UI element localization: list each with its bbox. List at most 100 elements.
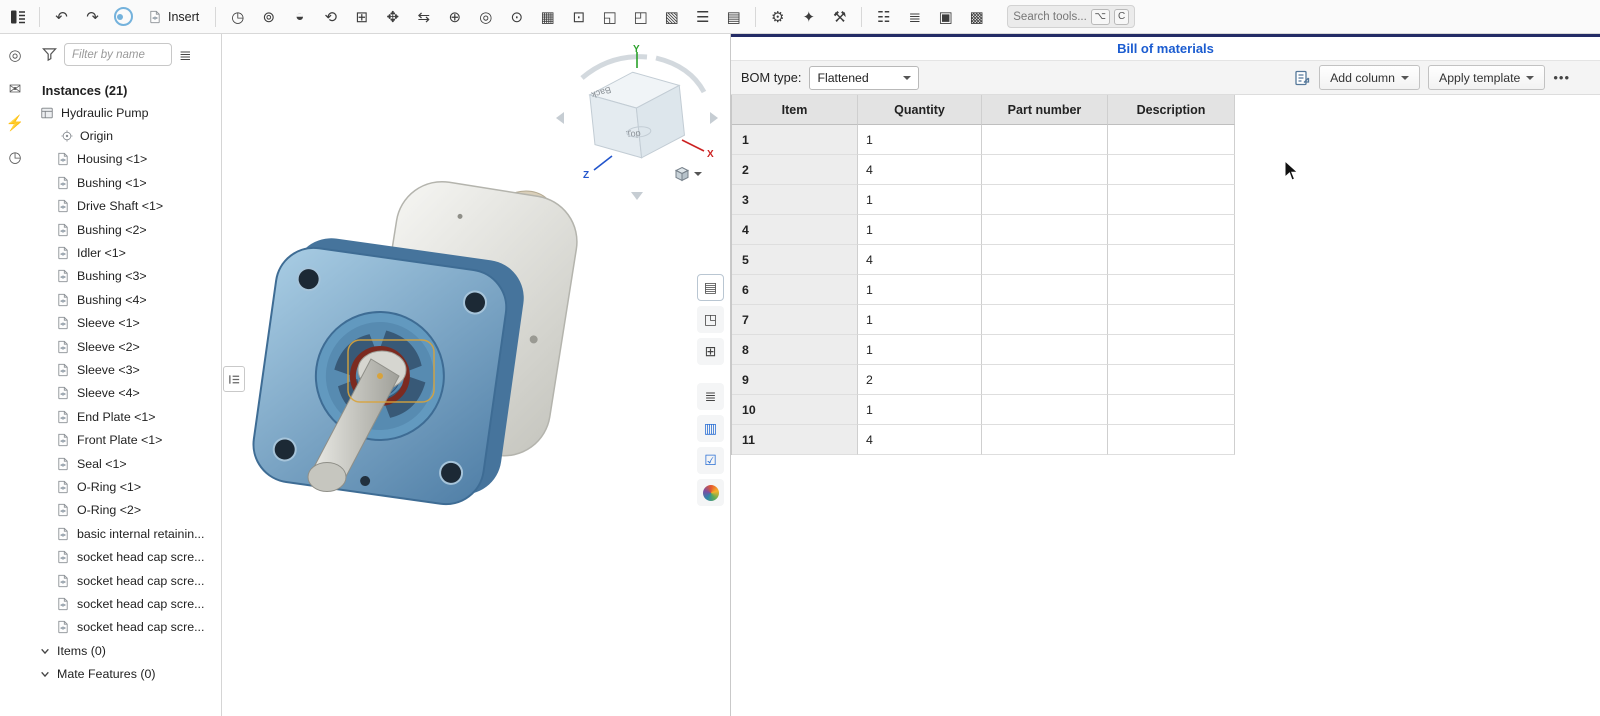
filter-input[interactable] (64, 43, 172, 66)
rotate-left-arrow[interactable] (556, 112, 564, 124)
explode-view-icon[interactable]: ◱ (595, 3, 624, 31)
tree-item-part[interactable]: Drive Shaft <1> (30, 195, 221, 218)
more-options-button[interactable]: ••• (1553, 70, 1570, 85)
tree-item-part[interactable]: Sleeve <4> (30, 382, 221, 405)
revolve-tool-icon[interactable]: ⊚ (254, 3, 283, 31)
bom-item-cell[interactable]: 4 (732, 215, 858, 245)
bom-part-number-cell[interactable] (982, 155, 1108, 185)
translate-tool-icon[interactable]: ⇆ (409, 3, 438, 31)
tree-item-part[interactable]: Sleeve <3> (30, 358, 221, 381)
undo-button[interactable]: ↶ (47, 3, 76, 31)
graphics-viewport[interactable]: Back Top Y X Z ▤◳⊞≣▥☑ (222, 34, 730, 716)
bom-item-cell[interactable]: 9 (732, 365, 858, 395)
bom-item-cell[interactable]: 7 (732, 305, 858, 335)
bom-quantity-cell[interactable]: 4 (858, 425, 982, 455)
render-studio-icon[interactable] (697, 479, 724, 506)
comments-icon[interactable]: ✉ (2, 76, 28, 102)
bom-quantity-cell[interactable]: 1 (858, 275, 982, 305)
fastened-mate-icon[interactable]: ⊕ (440, 3, 469, 31)
redo-button[interactable]: ↷ (78, 3, 107, 31)
bom-description-cell[interactable] (1108, 425, 1235, 455)
tree-item-origin[interactable]: Origin (30, 124, 221, 147)
tools-icon[interactable]: ⚒ (825, 3, 854, 31)
tree-item-part[interactable]: socket head cap scre... (30, 569, 221, 592)
tree-item-part[interactable]: End Plate <1> (30, 405, 221, 428)
bom-column-header[interactable]: Item (732, 95, 858, 125)
tree-item-part[interactable]: O-Ring <2> (30, 499, 221, 522)
bom-item-cell[interactable]: 8 (732, 335, 858, 365)
bom-type-select[interactable]: Flattened (809, 66, 919, 90)
bom-quantity-cell[interactable]: 2 (858, 365, 982, 395)
move-tool-icon[interactable]: ✥ (378, 3, 407, 31)
revolute-mate-icon[interactable]: ◎ (471, 3, 500, 31)
bom-quantity-cell[interactable]: 4 (858, 155, 982, 185)
bom-quantity-cell[interactable]: 1 (858, 335, 982, 365)
display-states-icon[interactable]: ▧ (657, 3, 686, 31)
bom-part-number-cell[interactable] (982, 125, 1108, 155)
named-views-icon[interactable]: ▤ (719, 3, 748, 31)
sync-status-icon[interactable] (109, 3, 137, 31)
bom-part-number-cell[interactable] (982, 215, 1108, 245)
bom-quantity-cell[interactable]: 4 (858, 245, 982, 275)
rotate-down-arrow[interactable] (631, 192, 643, 200)
bom-description-cell[interactable] (1108, 365, 1235, 395)
section-view-icon[interactable]: ◒ (285, 3, 314, 31)
connections-icon[interactable]: ⚡ (2, 110, 28, 136)
tasks-icon[interactable]: ☑ (697, 447, 724, 474)
bom-quantity-cell[interactable]: 1 (858, 215, 982, 245)
bom-item-cell[interactable]: 5 (732, 245, 858, 275)
duplicate-icon[interactable]: ▣ (931, 3, 960, 31)
history-icon[interactable]: ◷ (2, 144, 28, 170)
list-view-icon[interactable]: ≣ (900, 3, 929, 31)
bom-description-cell[interactable] (1108, 275, 1235, 305)
tree-section-header[interactable]: Items (0) (30, 639, 221, 662)
bom-description-cell[interactable] (1108, 215, 1235, 245)
view-cube-body[interactable]: Back Top (588, 68, 686, 163)
bom-description-cell[interactable] (1108, 125, 1235, 155)
tree-item-part[interactable]: socket head cap scre... (30, 616, 221, 639)
tree-item-part[interactable]: Idler <1> (30, 241, 221, 264)
bom-description-cell[interactable] (1108, 185, 1235, 215)
tree-item-part[interactable]: Bushing <2> (30, 218, 221, 241)
tree-item-assembly-root[interactable]: Hydraulic Pump (30, 101, 221, 124)
bom-item-cell[interactable]: 3 (732, 185, 858, 215)
tree-item-part[interactable]: Housing <1> (30, 148, 221, 171)
bom-quantity-cell[interactable]: 1 (858, 395, 982, 425)
bom-part-number-cell[interactable] (982, 245, 1108, 275)
search-tools-input[interactable] (1013, 11, 1086, 23)
bom-part-number-cell[interactable] (982, 395, 1108, 425)
follow-mode-icon[interactable]: ◎ (2, 42, 28, 68)
cylindrical-mate-icon[interactable]: ⊙ (502, 3, 531, 31)
configurations-icon[interactable]: ⊞ (697, 338, 724, 365)
notebook-icon[interactable]: ▥ (697, 415, 724, 442)
add-column-button[interactable]: Add column (1319, 65, 1420, 90)
bom-item-cell[interactable]: 6 (732, 275, 858, 305)
appearance-icon[interactable]: ✦ (794, 3, 823, 31)
bom-part-number-cell[interactable] (982, 335, 1108, 365)
tree-section-header[interactable]: Mate Features (0) (30, 662, 221, 685)
tree-item-part[interactable]: Bushing <3> (30, 265, 221, 288)
tree-item-part[interactable]: Bushing <1> (30, 171, 221, 194)
bom-column-header[interactable]: Part number (982, 95, 1108, 125)
rotate-tool-icon[interactable]: ⟲ (316, 3, 345, 31)
bom-table-icon[interactable]: ▤ (697, 274, 724, 301)
gear-icon[interactable]: ⚙ (763, 3, 792, 31)
bom-item-cell[interactable]: 1 (732, 125, 858, 155)
bom-part-number-cell[interactable] (982, 275, 1108, 305)
layers-icon[interactable]: ☷ (869, 3, 898, 31)
parts-panel-icon[interactable]: ◳ (697, 306, 724, 333)
planar-mate-icon[interactable]: ▦ (533, 3, 562, 31)
tree-item-part[interactable]: Bushing <4> (30, 288, 221, 311)
apply-template-button[interactable]: Apply template (1428, 65, 1545, 90)
clock-icon[interactable]: ◷ (223, 3, 252, 31)
snapshot-icon[interactable]: ◰ (626, 3, 655, 31)
document-panel-icon[interactable] (4, 3, 32, 31)
search-tools-box[interactable]: ⌥ C (1007, 5, 1135, 28)
bom-description-cell[interactable] (1108, 335, 1235, 365)
tree-item-part[interactable]: Front Plate <1> (30, 428, 221, 451)
structure-icon[interactable]: ☰ (688, 3, 717, 31)
bom-part-number-cell[interactable] (982, 425, 1108, 455)
insert-button[interactable]: Insert (139, 3, 208, 31)
bom-quantity-cell[interactable]: 1 (858, 185, 982, 215)
bom-item-cell[interactable]: 10 (732, 395, 858, 425)
